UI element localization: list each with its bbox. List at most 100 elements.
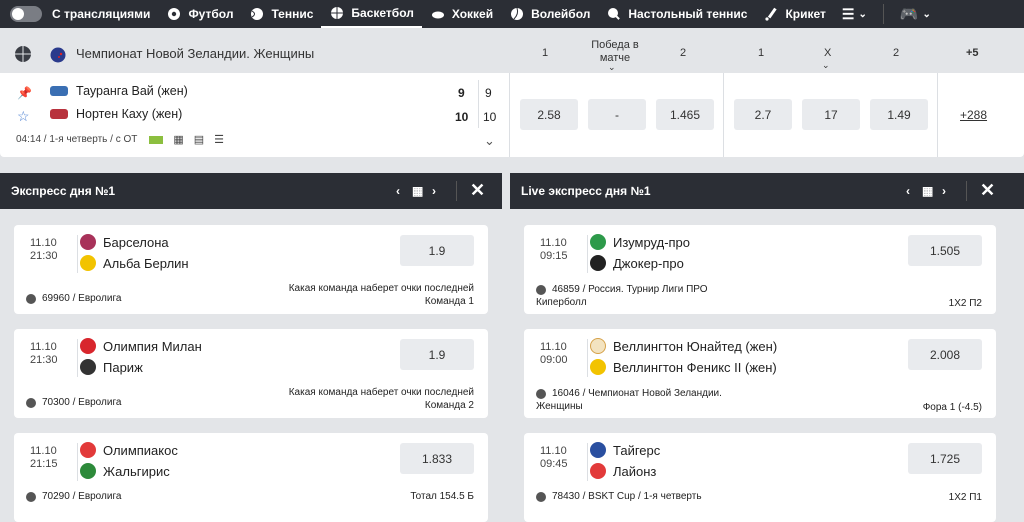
nav-item-label: Теннис: [271, 7, 314, 21]
team-name: Нортен Каху (жен): [76, 107, 183, 121]
stats-icon[interactable]: ▦: [173, 133, 183, 146]
event-time: 09:00: [540, 354, 568, 366]
broadcast-toggle[interactable]: [10, 6, 42, 22]
odd-button[interactable]: 2.58: [520, 99, 578, 130]
close-icon[interactable]: ✕: [470, 180, 485, 201]
star-icon[interactable]: ☆: [17, 108, 30, 125]
express-card[interactable]: 11.10 21:30 Олимпия Милан Париж 1.9 Какая…: [14, 329, 488, 418]
team-1: Олимпия Милан: [80, 338, 202, 354]
panel-header: Live экспресс дня №1 ‹ ▦ › ✕: [510, 173, 1024, 209]
league-info: 46859 / Россия. Турнир Лиги ПРО: [536, 284, 708, 295]
more-sports-menu[interactable]: ☰ ⌄: [834, 0, 875, 28]
esports-menu[interactable]: 🎮 ⌄: [892, 0, 939, 28]
odd-button[interactable]: 17: [802, 99, 860, 130]
team-2: Джокер-про: [590, 255, 684, 271]
coef-button[interactable]: 1.9: [400, 235, 474, 266]
calendar-icon[interactable]: ▦: [922, 184, 933, 198]
score-divider: [478, 80, 479, 128]
league-text: 69960 / Евролига: [42, 293, 122, 304]
coef-button[interactable]: 1.9: [400, 339, 474, 370]
coef-button[interactable]: 1.505: [908, 235, 982, 266]
bet-description: Какая команда наберет очки последней Кома…: [289, 386, 474, 412]
odd-button[interactable]: -: [588, 99, 646, 130]
nav-item-tennis[interactable]: Теннис: [241, 0, 321, 28]
more-markets-count[interactable]: +5: [966, 47, 979, 59]
express-card[interactable]: 11.10 09:45 Тайгерс Лайонз 1.725 1X2 П1 7…: [524, 433, 996, 522]
bet-description: 1X2 П1: [949, 491, 982, 504]
team-1[interactable]: Тауранга Вай (жен): [50, 84, 188, 98]
more-markets-link[interactable]: +288: [960, 108, 987, 122]
team-1: Изумруд-про: [590, 234, 690, 250]
list-icon[interactable]: ☰: [214, 133, 224, 146]
express-card[interactable]: 11.10 09:15 Изумруд-про Джокер-про 1.505 …: [524, 225, 996, 314]
chevron-left-icon[interactable]: ‹: [906, 184, 910, 198]
chevron-down-icon[interactable]: ⌄: [484, 133, 495, 149]
odd-button[interactable]: 2.7: [734, 99, 792, 130]
sport-nav: С трансляциями Футбол Теннис Баскетбол Х…: [0, 0, 1024, 28]
chevron-right-icon[interactable]: ›: [432, 184, 436, 198]
team-logo-icon: [50, 86, 68, 96]
team-name: Тайгерс: [613, 442, 661, 458]
column-header-2: 2: [680, 47, 687, 59]
broadcast-toggle-label[interactable]: С трансляциями: [48, 0, 158, 28]
team-name: Альба Берлин: [103, 255, 189, 271]
express-card[interactable]: 11.10 21:30 Барселона Альба Берлин 1.9 Ка…: [14, 225, 488, 314]
league-info: 70300 / Евролига: [26, 397, 121, 408]
nav-item-label: Хоккей: [451, 7, 494, 21]
calendar-icon[interactable]: ▦: [412, 184, 423, 198]
event-time: 21:30: [30, 354, 58, 366]
panel-body: 11.10 09:15 Изумруд-про Джокер-про 1.505 …: [510, 209, 1024, 522]
event-datetime: 11.10 09:15: [540, 237, 568, 263]
nav-item-label: Волейбол: [531, 7, 591, 21]
bet-line: Фора 1 (-4.5): [922, 402, 982, 413]
express-card[interactable]: 11.10 09:00 Веллингтон Юнайтед (жен) Велл…: [524, 329, 996, 418]
nav-item-volleyball[interactable]: Волейбол: [501, 0, 598, 28]
chevron-down-icon[interactable]: ⌄: [822, 60, 830, 71]
chart-icon[interactable]: ▤: [194, 133, 204, 146]
panel-title: Экспресс дня №1: [11, 184, 116, 198]
team-2: Веллингтон Феникс II (жен): [590, 359, 777, 375]
field-icon[interactable]: [149, 135, 164, 144]
nav-item-hockey[interactable]: Хоккей: [422, 0, 501, 28]
header-divider: [456, 181, 457, 201]
team-name: Веллингтон Юнайтед (жен): [613, 338, 778, 354]
event-time: 09:15: [540, 250, 568, 262]
close-icon[interactable]: ✕: [980, 180, 995, 201]
league-title[interactable]: Чемпионат Новой Зеландии. Женщины: [76, 46, 314, 61]
nav-item-table-tennis[interactable]: Настольный теннис: [598, 0, 755, 28]
tennis-icon: [249, 6, 265, 22]
column-divider: [509, 73, 510, 157]
team-1: Олимпиакос: [80, 442, 178, 458]
nav-item-label: Настольный теннис: [628, 7, 748, 21]
divider: [587, 443, 588, 481]
chevron-left-icon[interactable]: ‹: [396, 184, 400, 198]
chevron-right-icon[interactable]: ›: [942, 184, 946, 198]
pin-icon[interactable]: 📌: [17, 86, 32, 100]
express-card[interactable]: 11.10 21:15 Олимпиакос Жальгирис 1.833 То…: [14, 433, 488, 522]
coef-button[interactable]: 2.008: [908, 339, 982, 370]
team-logo-icon: [590, 234, 606, 250]
coef-button[interactable]: 1.725: [908, 443, 982, 474]
gamepad-icon: 🎮: [899, 6, 919, 23]
coef-button[interactable]: 1.833: [400, 443, 474, 474]
nav-item-basketball[interactable]: Баскетбол: [321, 0, 422, 28]
panel-header: Экспресс дня №1 ‹ ▦ › ✕: [0, 173, 502, 209]
team-2: Альба Берлин: [80, 255, 189, 271]
team-name: Олимпия Милан: [103, 338, 202, 354]
team-2[interactable]: Нортен Каху (жен): [50, 107, 182, 121]
odd-button[interactable]: 1.465: [656, 99, 714, 130]
event-datetime: 11.10 21:15: [30, 445, 58, 471]
divider: [587, 339, 588, 377]
odd-button[interactable]: 1.49: [870, 99, 928, 130]
nav-item-cricket[interactable]: Крикет: [755, 0, 833, 28]
bet-line: Какая команда наберет очки последней: [288, 283, 474, 294]
team-name: Олимпиакос: [103, 442, 178, 458]
nav-item-football[interactable]: Футбол: [158, 0, 241, 28]
league-text: 46859 / Россия. Турнир Лиги ПРО: [552, 284, 708, 295]
live-express-panel: Live экспресс дня №1 ‹ ▦ › ✕ 11.10 09:15 …: [510, 173, 1024, 522]
live-match-block: Чемпионат Новой Зеландии. Женщины 1 Побе…: [0, 36, 1024, 157]
team-logo-icon: [80, 442, 96, 458]
bet-line: 1X2 П1: [948, 492, 982, 503]
event-datetime: 11.10 21:30: [30, 341, 58, 367]
team-2-period-score: 10: [483, 110, 497, 124]
